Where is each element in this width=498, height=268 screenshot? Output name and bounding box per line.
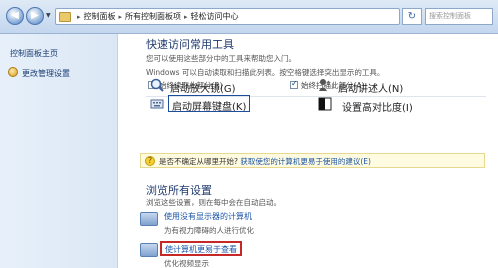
breadcrumb-separator-icon: ▸ [77, 12, 81, 21]
address-bar[interactable]: ▸ 控制面板 ▸ 所有控制面板项 ▸ 轻松访问中心 [55, 8, 400, 25]
scan-section-checkbox[interactable] [290, 79, 298, 89]
question-icon: ? [145, 156, 155, 166]
breadcrumb-control-panel[interactable]: 控制面板 [84, 11, 116, 22]
shield-icon [8, 67, 18, 77]
breadcrumb-separator-icon: ▸ [184, 12, 188, 21]
breadcrumb-all-items[interactable]: 所有控制面板项 [125, 11, 181, 22]
sidebar-item-home[interactable]: 控制面板主页 [10, 48, 58, 59]
high-contrast-icon [318, 97, 332, 111]
get-recommendations-link[interactable]: 获取使您的计算机更易于使用的建议(E) [240, 157, 371, 166]
start-magnifier-link[interactable]: 启动放大镜(G) [170, 80, 236, 95]
refresh-icon[interactable]: ↻ [402, 8, 422, 25]
keyboard-icon [150, 99, 164, 109]
suggestion-prefix: 是否不确定从哪里开始? [159, 157, 238, 166]
suggestion-bar: ? 是否不确定从哪里开始? 获取使您的计算机更易于使用的建议(E) [140, 153, 485, 168]
folder-icon [59, 11, 71, 22]
monitor-icon [140, 212, 158, 226]
magnifier-icon [150, 78, 164, 92]
back-button[interactable]: ◀ [6, 7, 24, 25]
address-toolbar: ◀ ▶ ▼ ▸ 控制面板 ▸ 所有控制面板项 ▸ 轻松访问中心 ↻ 搜索控制面板 [0, 0, 498, 34]
quick-access-desc: 您可以使用这些部分中的工具来帮助您入门。 [146, 54, 296, 63]
quick-access-title: 快速访问常用工具 [146, 38, 234, 51]
breadcrumb-separator-icon: ▸ [118, 12, 123, 21]
start-narrator-link[interactable]: 启动讲述人(N) [338, 80, 403, 95]
focus-rectangle [168, 95, 250, 112]
browse-settings-desc: 浏览这些设置，则在每中会在自动启动。 [146, 198, 281, 207]
display-icon [140, 243, 158, 257]
use-without-display-desc: 为有视力障碍的人进行优化 [164, 226, 254, 235]
highlight-box [160, 241, 242, 256]
set-high-contrast-link[interactable]: 设置高对比度(I) [342, 99, 413, 114]
browse-settings-title: 浏览所有设置 [146, 184, 212, 197]
sidebar-item-admin-settings[interactable]: 更改管理设置 [22, 68, 70, 79]
make-easier-to-see-desc: 优化视频显示 [164, 259, 209, 268]
suggestion-text: 是否不确定从哪里开始? 获取使您的计算机更易于使用的建议(E) [159, 156, 371, 167]
narrator-icon [319, 79, 330, 91]
search-input[interactable]: 搜索控制面板 [425, 8, 493, 25]
quick-access-desc-2: Windows 可以自动读取和扫描此列表。按空格键选择突出显示的工具。 [146, 68, 385, 77]
forward-button[interactable]: ▶ [26, 7, 44, 25]
breadcrumb-ease-of-access[interactable]: 轻松访问中心 [191, 11, 239, 22]
history-dropdown-icon[interactable]: ▼ [46, 12, 52, 19]
sidebar: 控制面板主页 更改管理设置 [0, 34, 118, 268]
use-without-display-link[interactable]: 使用没有显示器的计算机 [164, 211, 252, 222]
